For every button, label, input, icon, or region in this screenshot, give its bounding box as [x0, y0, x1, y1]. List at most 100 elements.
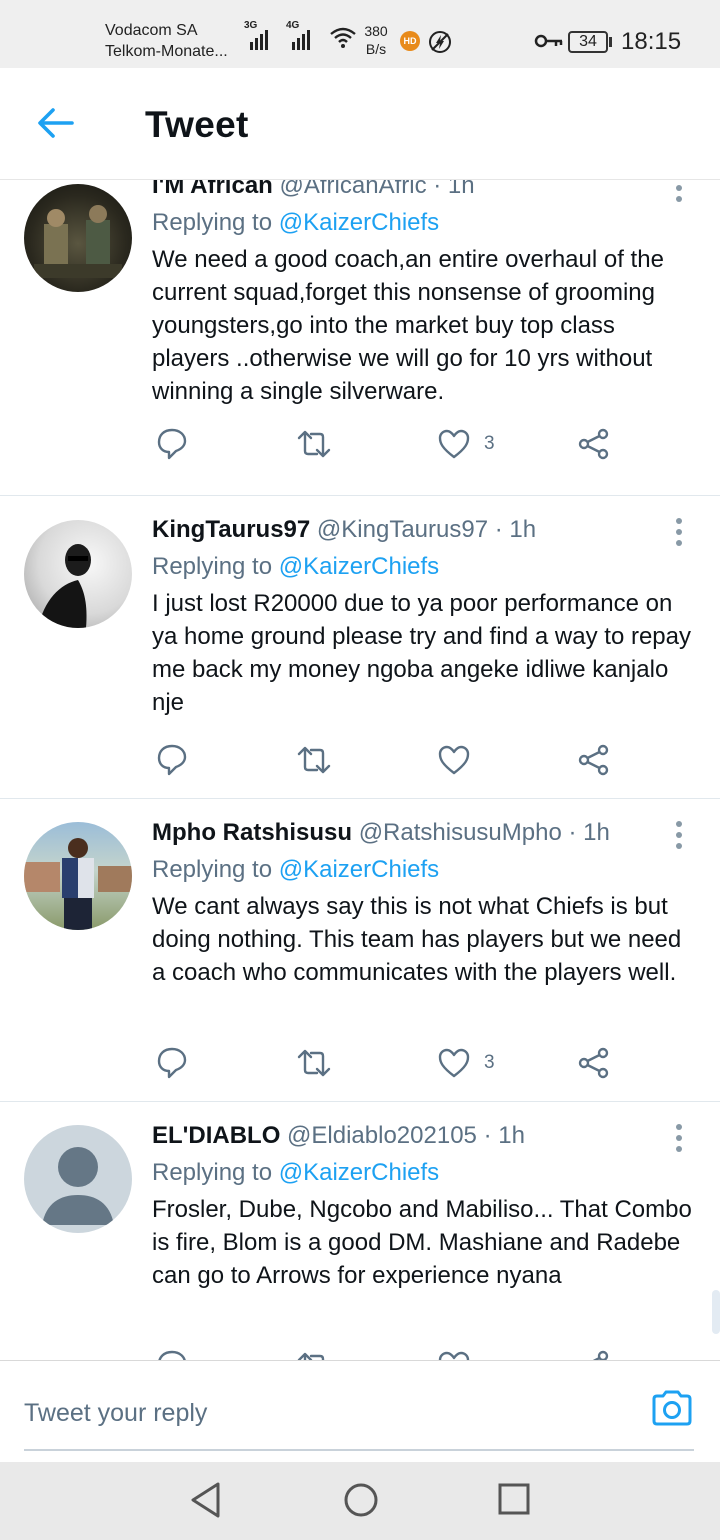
reply-button[interactable] — [156, 1045, 188, 1081]
reply-button[interactable] — [156, 426, 188, 462]
tweet-actions — [152, 742, 622, 778]
battery-tip — [609, 37, 612, 47]
like-count: 3 — [484, 1052, 495, 1073]
user-handle[interactable]: @Eldiablo202105 — [287, 1122, 477, 1149]
user-name[interactable]: Mpho Ratshisusu — [152, 819, 352, 846]
nav-recents-icon[interactable] — [497, 1482, 531, 1518]
top-app-bar: Tweet — [0, 68, 720, 180]
tweet-actions: 3 — [152, 1045, 622, 1081]
like-count: 3 — [484, 433, 495, 454]
user-handle[interactable]: @KingTaurus97 — [317, 516, 488, 543]
avatar[interactable] — [24, 1125, 132, 1233]
user-handle[interactable]: @RatshisusuMpho — [359, 819, 562, 846]
avatar-image — [38, 544, 91, 628]
comment-icon — [158, 1350, 186, 1360]
share-icon — [578, 428, 609, 460]
arrow-left-icon[interactable] — [36, 106, 74, 140]
nav-back-icon[interactable] — [188, 1480, 224, 1520]
share-button[interactable] — [578, 1045, 610, 1081]
system-navigation-bar — [0, 1462, 720, 1540]
reply-input[interactable]: Tweet your reply — [24, 1399, 207, 1428]
heart-icon — [438, 745, 470, 775]
avatar[interactable] — [24, 822, 132, 930]
like-button[interactable] — [438, 1348, 484, 1360]
camera-icon[interactable] — [651, 1389, 693, 1427]
network-speed: 380 B/s — [364, 23, 388, 57]
user-name[interactable]: I'M African — [152, 180, 273, 199]
comment-icon — [157, 428, 187, 460]
tweet-text: We need a good coach,an entire overhaul … — [152, 246, 664, 405]
tweet-header: KingTaurus97 @KingTaurus97 · 1h — [152, 516, 536, 544]
key-icon — [534, 34, 563, 48]
like-button[interactable] — [438, 742, 484, 778]
tweet-item[interactable]: EL'DIABLO @Eldiablo202105 · 1h Replying … — [0, 1102, 720, 1360]
separator: · — [568, 819, 577, 846]
user-name[interactable]: KingTaurus97 — [152, 516, 310, 543]
avatar-image — [34, 205, 122, 278]
carrier-2: Telkom-Monate... — [105, 43, 228, 60]
replying-to: Replying to @KaizerChiefs — [152, 553, 440, 580]
like-button[interactable]: 3 — [438, 1045, 495, 1081]
carrier-names: Vodacom SA Telkom-Monate... — [105, 20, 228, 62]
scrollbar-thumb[interactable] — [712, 1290, 720, 1334]
tweet-actions: 3 — [152, 426, 622, 462]
more-vertical-icon[interactable] — [676, 821, 684, 854]
heart-icon — [438, 429, 470, 459]
retweet-button[interactable] — [296, 1348, 332, 1360]
tweet-text: I just lost R20000 due to ya poor perfor… — [152, 590, 691, 716]
reply-input-underline — [24, 1449, 694, 1451]
replying-to: Replying to @KaizerChiefs — [152, 1159, 440, 1186]
retweet-icon — [297, 1352, 325, 1360]
status-time: 18:15 — [621, 28, 682, 55]
hd-badge: HD — [400, 31, 420, 51]
heart-icon — [438, 1048, 470, 1078]
comment-icon — [157, 1047, 187, 1079]
retweet-button[interactable] — [296, 426, 332, 462]
mention-link[interactable]: @KaizerChiefs — [279, 209, 439, 236]
avatar[interactable] — [24, 520, 132, 628]
reply-button[interactable] — [156, 742, 188, 778]
mention-link[interactable]: @KaizerChiefs — [279, 553, 439, 580]
avatar[interactable] — [24, 184, 132, 292]
tweet-feed[interactable]: I'M African @AfricanAfric · 1h Replying … — [0, 180, 720, 1360]
more-vertical-icon[interactable] — [676, 1124, 684, 1157]
more-vertical-icon[interactable] — [676, 180, 684, 207]
default-avatar-icon — [42, 1147, 114, 1225]
share-icon — [578, 1047, 609, 1079]
wifi-icon — [330, 27, 356, 48]
retweet-button[interactable] — [296, 742, 332, 778]
tweet-time: 1h — [583, 819, 610, 846]
retweet-button[interactable] — [296, 1045, 332, 1081]
page-title: Tweet — [145, 104, 249, 145]
retweet-icon — [297, 1049, 331, 1077]
tweet-actions — [152, 1348, 622, 1360]
share-button[interactable] — [578, 1348, 610, 1360]
replying-to: Replying to @KaizerChiefs — [152, 856, 440, 883]
share-icon — [578, 744, 609, 776]
user-name[interactable]: EL'DIABLO — [152, 1122, 280, 1149]
signal-1-label: 3G — [244, 20, 258, 31]
share-button[interactable] — [578, 742, 610, 778]
tweet-item[interactable]: Mpho Ratshisusu @RatshisusuMpho · 1h Rep… — [0, 799, 720, 1102]
like-button[interactable]: 3 — [438, 426, 495, 462]
more-vertical-icon[interactable] — [676, 518, 684, 551]
reply-composer: Tweet your reply — [0, 1360, 720, 1462]
tweet-header: I'M African @AfricanAfric · 1h — [152, 180, 475, 200]
share-button[interactable] — [578, 426, 610, 462]
nav-home-icon[interactable] — [343, 1480, 379, 1520]
retweet-icon — [297, 746, 331, 774]
tweet-item[interactable]: KingTaurus97 @KingTaurus97 · 1h Replying… — [0, 496, 720, 799]
carrier-1: Vodacom SA — [105, 22, 198, 39]
user-handle[interactable]: @AfricanAfric — [280, 180, 427, 199]
signal-1-icon: 3G — [244, 20, 268, 50]
share-icon — [592, 1350, 609, 1360]
mention-link[interactable]: @KaizerChiefs — [279, 1159, 439, 1186]
tweet-item[interactable]: I'M African @AfricanAfric · 1h Replying … — [0, 180, 720, 496]
separator: · — [483, 1122, 492, 1149]
tweet-time: 1h — [447, 180, 475, 199]
heart-icon — [438, 1351, 470, 1360]
tweet-header: Mpho Ratshisusu @RatshisusuMpho · 1h — [152, 819, 610, 847]
mention-link[interactable]: @KaizerChiefs — [279, 856, 439, 883]
reply-button[interactable] — [156, 1348, 188, 1360]
battery-icon: 34 — [568, 31, 608, 53]
